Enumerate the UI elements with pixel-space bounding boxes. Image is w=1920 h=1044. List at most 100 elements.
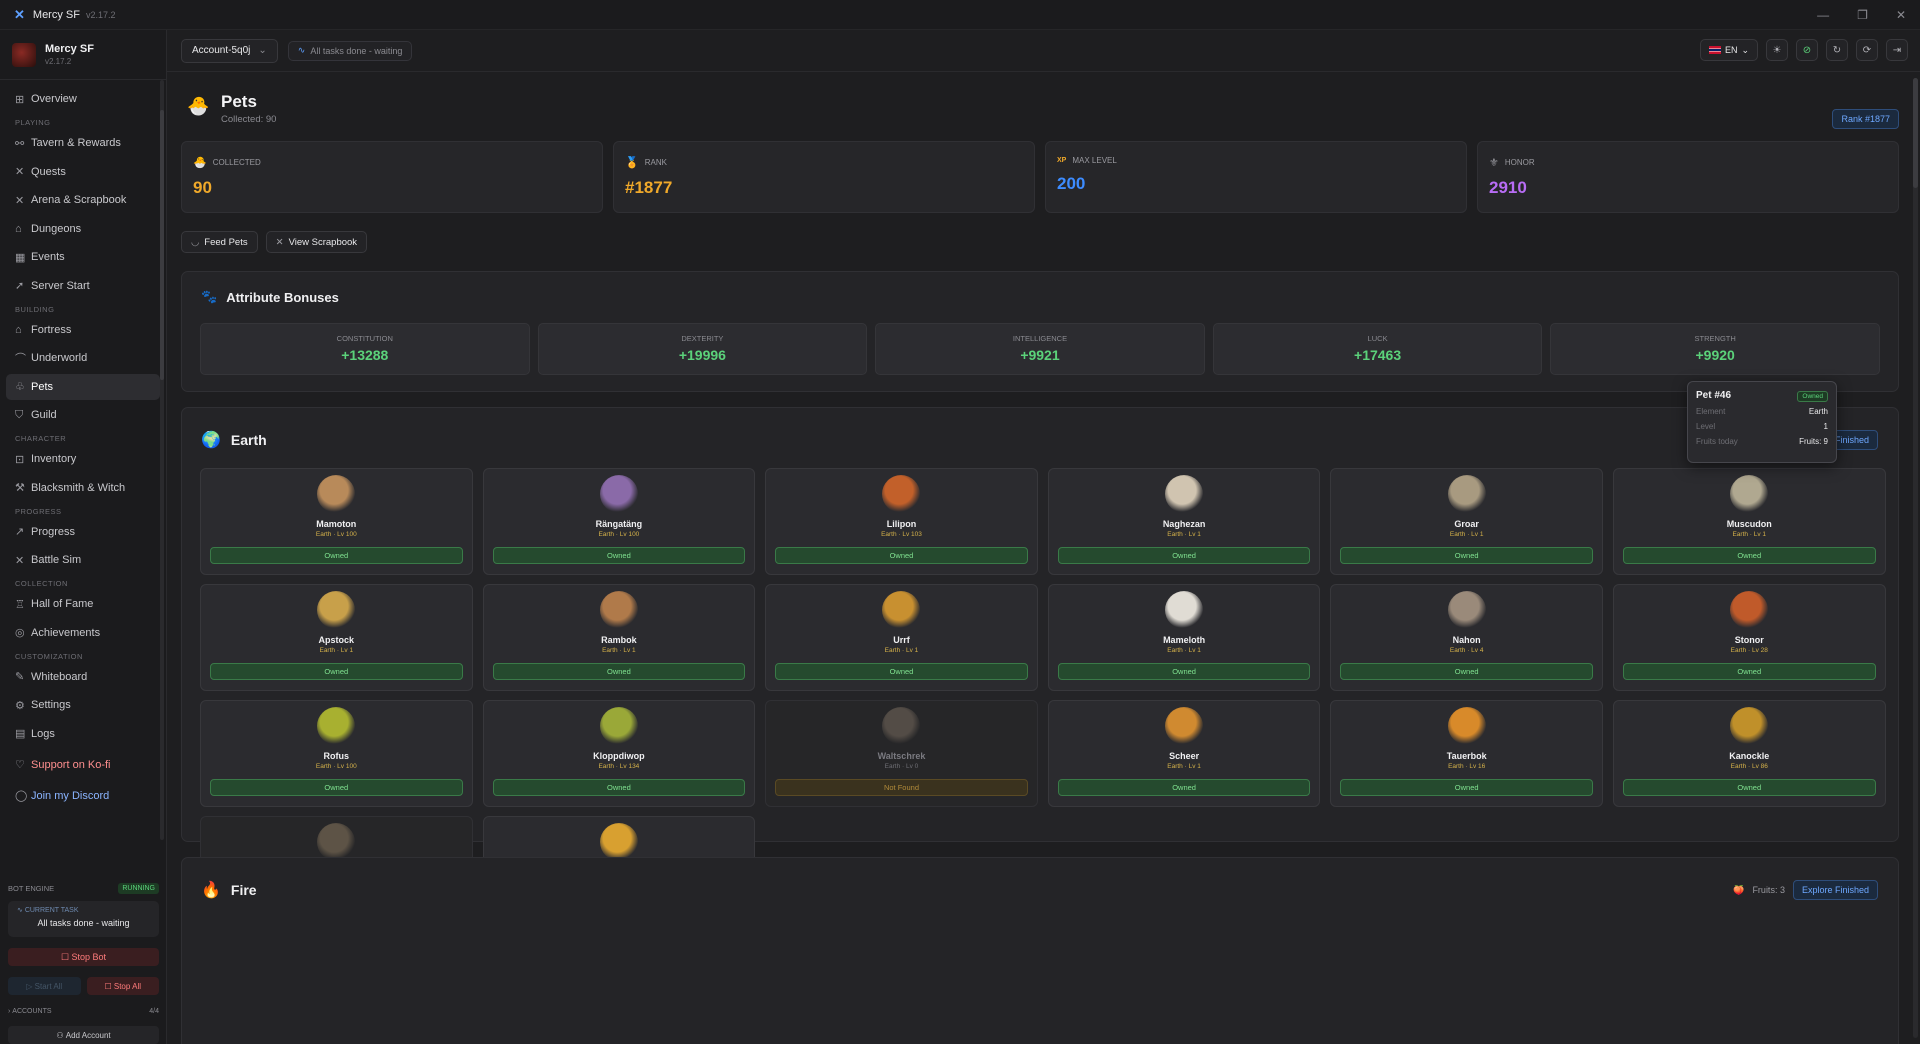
pet-status-badge: Owned <box>210 663 463 680</box>
sidebar-scroll-thumb[interactable] <box>160 110 164 380</box>
maximize-icon[interactable]: ❐ <box>1857 8 1868 22</box>
sync-button[interactable]: ⟳ <box>1856 39 1878 61</box>
sidebar-item-progress[interactable]: ↗ Progress <box>6 519 160 545</box>
pet-card[interactable]: Mameloth Earth · Lv 1 Owned <box>1047 584 1321 691</box>
main-scrollbar[interactable] <box>1913 78 1918 1038</box>
bot-engine: Bot Engine Running ∿ Current Task All ta… <box>0 880 167 1044</box>
sidebar-item-dungeons[interactable]: ⌂ Dungeons <box>6 216 160 242</box>
refresh-button[interactable]: ↻ <box>1826 39 1848 61</box>
pet-level: Earth · Lv 100 <box>315 763 357 770</box>
stat-value: #1877 <box>625 178 673 197</box>
window-controls: — ❐ ✕ <box>1817 0 1906 30</box>
accounts-toggle[interactable]: › Accounts 4/4 <box>8 1008 159 1020</box>
pet-card[interactable]: Rambok Earth · Lv 1 Owned <box>482 584 756 691</box>
pet-level: Earth · Lv 1 <box>1167 763 1201 770</box>
pet-card[interactable]: Kloppdiwop Earth · Lv 134 Owned <box>482 700 756 807</box>
pet-card[interactable]: Nahon Earth · Lv 4 Owned <box>1330 584 1603 691</box>
top-bar: Account-5q0j ⌄ ∿ All tasks done - waitin… <box>167 30 1920 72</box>
tooltip-row: Element Earth <box>1696 407 1828 416</box>
sidebar-item-kofi[interactable]: ♡ Support on Ko-fi <box>6 752 160 778</box>
stat-value: 90 <box>193 178 212 197</box>
pet-status-badge: Owned <box>492 547 746 564</box>
pet-name: Muscudon <box>1726 519 1772 529</box>
pet-level: Earth · Lv 1 <box>602 647 636 654</box>
pet-level: Earth · Lv 86 <box>1730 763 1768 770</box>
stat-card: XP Max Level 200 <box>1045 141 1467 213</box>
pet-status-badge: Owned <box>775 547 1028 564</box>
sidebar-item-events[interactable]: ▦ Events <box>6 244 160 270</box>
pet-card[interactable]: Mamoton Earth · Lv 100 Owned <box>200 468 473 575</box>
pet-status-badge: Owned <box>492 663 746 680</box>
profile[interactable]: Mercy SF v2.17.2 <box>0 30 166 80</box>
sidebar-item-underworld[interactable]: ⌒ Underworld <box>6 345 160 371</box>
sidebar-item-logs[interactable]: ▤ Logs <box>6 721 160 747</box>
pet-card[interactable]: Lilipon Earth · Lv 103 Owned <box>765 468 1038 575</box>
pet-level: Earth · Lv 1 <box>319 647 354 654</box>
tooltip-row: Fruits today Fruits: 9 <box>1696 437 1828 446</box>
account-selector[interactable]: Account-5q0j ⌄ <box>181 38 278 63</box>
start-all-button[interactable]: ▷ Start All <box>8 977 81 995</box>
add-account-button[interactable]: ⚇ Add Account <box>8 1026 159 1044</box>
pet-card[interactable]: Apstock Earth · Lv 1 Owned <box>200 584 473 691</box>
visibility-toggle-button[interactable]: ⊘ <box>1796 39 1818 61</box>
pet-name: Rambok <box>601 635 637 645</box>
theme-toggle-button[interactable]: ☀ <box>1766 39 1788 61</box>
sidebar-item-hall-of-fame[interactable]: ♖ Hall of Fame <box>6 591 160 617</box>
fire-explore-button[interactable]: Explore Finished <box>1792 880 1878 900</box>
main-content: 🐣 Pets Collected: 90 Rank #1877 🐣 Collect… <box>167 72 1920 1044</box>
pet-status-badge: Owned <box>775 663 1028 680</box>
sidebar-item-quests[interactable]: ✕ Quests <box>6 159 160 185</box>
pet-level: Earth · Lv 100 <box>315 531 357 538</box>
pet-status-badge: Owned <box>1057 663 1311 680</box>
pet-portrait-icon <box>317 823 356 861</box>
sidebar-item-label: Blacksmith & Witch <box>31 481 126 494</box>
pet-card[interactable]: Rängatäng Earth · Lv 100 Owned <box>482 468 756 575</box>
close-icon[interactable]: ✕ <box>1896 8 1906 22</box>
pet-card[interactable]: Waltschrek Earth · Lv 0 Not Found <box>765 700 1038 807</box>
pet-card[interactable]: Groar Earth · Lv 1 Owned <box>1330 468 1603 575</box>
sidebar-item-overview[interactable]: ⊞ Overview <box>6 86 160 112</box>
pet-level: Earth · Lv 0 <box>884 763 919 770</box>
logout-button[interactable]: ⇥ <box>1886 39 1908 61</box>
stat-icon: ⚜ <box>1489 157 1499 169</box>
pet-name: Waltschrek <box>877 751 926 761</box>
attribute-bonuses-panel: 🐾 Attribute Bonuses Constitution +13288 De… <box>181 271 1899 392</box>
sidebar-item-fortress[interactable]: ⌂ Fortress <box>6 317 160 343</box>
sidebar-item-inventory[interactable]: ⊡ Inventory <box>6 446 160 472</box>
stop-all-button[interactable]: ☐ Stop All <box>86 977 159 995</box>
main-scroll-thumb[interactable] <box>1913 78 1918 188</box>
sidebar-item-blacksmith[interactable]: ⚒ Blacksmith & Witch <box>6 475 160 501</box>
sidebar-item-arena[interactable]: ✕ Arena & Scrapbook <box>6 187 160 213</box>
sidebar-item-tavern[interactable]: ⚯ Tavern & Rewards <box>6 130 160 156</box>
pet-name: Rofus <box>323 751 350 761</box>
pet-card[interactable]: Muscudon Earth · Lv 1 Owned <box>1612 468 1886 575</box>
pet-card[interactable]: Urrf Earth · Lv 1 Owned <box>765 584 1038 691</box>
pet-card[interactable]: Rofus Earth · Lv 100 Owned <box>200 700 473 807</box>
pet-card[interactable]: Scheer Earth · Lv 1 Owned <box>1047 700 1321 807</box>
pet-name: Urrf <box>893 635 910 645</box>
sidebar-item-settings[interactable]: ⚙ Settings <box>6 692 160 718</box>
hammer-icon: ⚒ <box>15 482 25 494</box>
sidebar-item-battle-sim[interactable]: ✕ Battle Sim <box>6 547 160 573</box>
sidebar-item-whiteboard[interactable]: ✎ Whiteboard <box>6 664 160 690</box>
chat-icon: ◯ <box>15 790 28 802</box>
pet-level: Earth · Lv 4 <box>1449 647 1484 654</box>
view-scrapbook-button[interactable]: ✕ View Scrapbook <box>265 231 368 253</box>
pet-card[interactable]: Kanockle Earth · Lv 86 Owned <box>1612 700 1886 807</box>
minimize-icon[interactable]: — <box>1817 8 1829 22</box>
feed-pets-button[interactable]: ◡ Feed Pets <box>181 231 258 253</box>
sidebar-section-label: Building <box>15 304 55 314</box>
sidebar-item-pets[interactable]: ♧ Pets <box>6 373 160 400</box>
pet-portrait-icon <box>1730 475 1769 513</box>
sidebar-item-discord[interactable]: ◯ Join my Discord <box>6 783 160 809</box>
pet-card[interactable]: Naghezan Earth · Lv 1 Owned <box>1047 468 1321 575</box>
pet-card[interactable]: Tauerbok Earth · Lv 16 Owned <box>1330 700 1603 807</box>
bag-icon: ⊡ <box>15 453 25 466</box>
sidebar-item-server-start[interactable]: ➚ Server Start <box>6 273 160 299</box>
activity-icon: ∿ <box>297 45 306 55</box>
language-selector[interactable]: EN ⌄ <box>1699 39 1758 61</box>
sidebar-item-guild[interactable]: ⛉ Guild <box>6 402 160 428</box>
sidebar-item-achievements[interactable]: ◎ Achievements <box>6 620 160 646</box>
stop-bot-button[interactable]: ☐ Stop Bot <box>8 948 159 966</box>
pet-card[interactable]: Stonor Earth · Lv 28 Owned <box>1612 584 1886 691</box>
